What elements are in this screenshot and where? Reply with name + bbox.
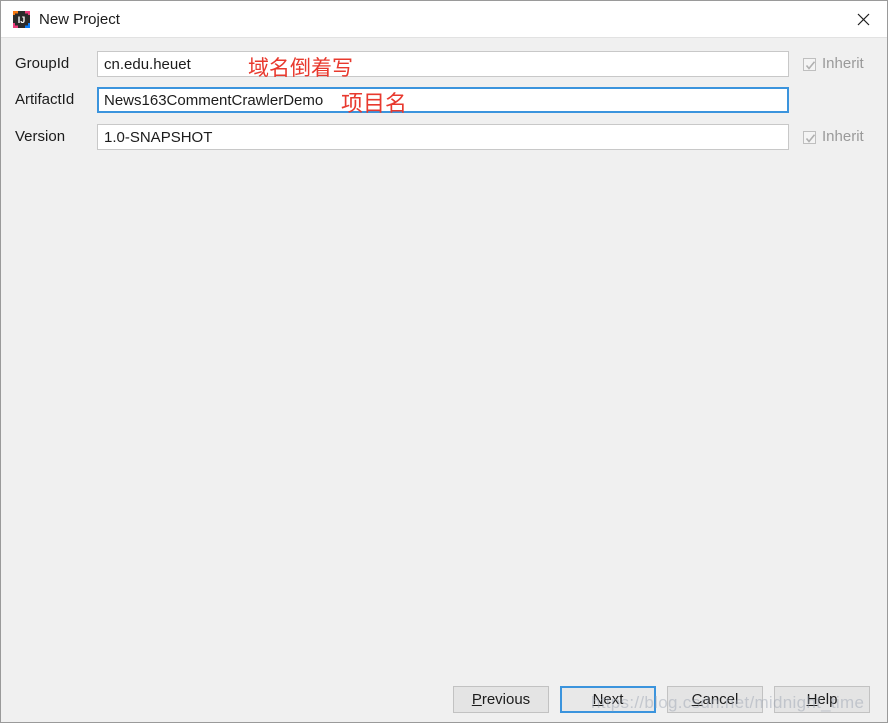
- help-button-mnemonic: H: [806, 691, 818, 708]
- cancel-button-mnemonic: C: [691, 691, 703, 708]
- intellij-idea-icon: IJ: [12, 10, 31, 29]
- svg-text:IJ: IJ: [18, 15, 26, 25]
- next-button-mnemonic: N: [592, 691, 604, 708]
- title-bar: IJ New Project: [1, 1, 887, 38]
- checkbox-icon: [803, 130, 816, 144]
- next-button[interactable]: Next: [560, 686, 656, 713]
- previous-button[interactable]: Previous: [453, 686, 549, 713]
- window-title: New Project: [39, 11, 120, 28]
- groupid-label: GroupId: [15, 55, 70, 72]
- groupid-inherit-checkbox[interactable]: Inherit: [803, 51, 864, 77]
- version-label: Version: [15, 128, 66, 145]
- cancel-button[interactable]: Cancel: [667, 686, 763, 713]
- artifactid-label: ArtifactId: [15, 91, 75, 108]
- help-button-label: elp: [817, 691, 838, 708]
- artifactid-input[interactable]: [97, 87, 789, 113]
- previous-button-label: revious: [481, 691, 531, 708]
- help-button[interactable]: Help: [774, 686, 870, 713]
- previous-button-mnemonic: P: [471, 691, 482, 708]
- version-inherit-label: Inherit: [822, 128, 864, 145]
- cancel-button-label: ancel: [702, 691, 739, 708]
- version-inherit-checkbox[interactable]: Inherit: [803, 124, 864, 150]
- version-input[interactable]: [97, 124, 789, 150]
- close-icon[interactable]: [840, 1, 887, 37]
- groupid-input[interactable]: [97, 51, 789, 77]
- groupid-inherit-label: Inherit: [822, 55, 864, 72]
- next-button-label: ext: [603, 691, 624, 708]
- new-project-dialog: IJ New Project GroupId Inherit ArtifactI…: [0, 0, 888, 723]
- checkbox-icon: [803, 57, 816, 71]
